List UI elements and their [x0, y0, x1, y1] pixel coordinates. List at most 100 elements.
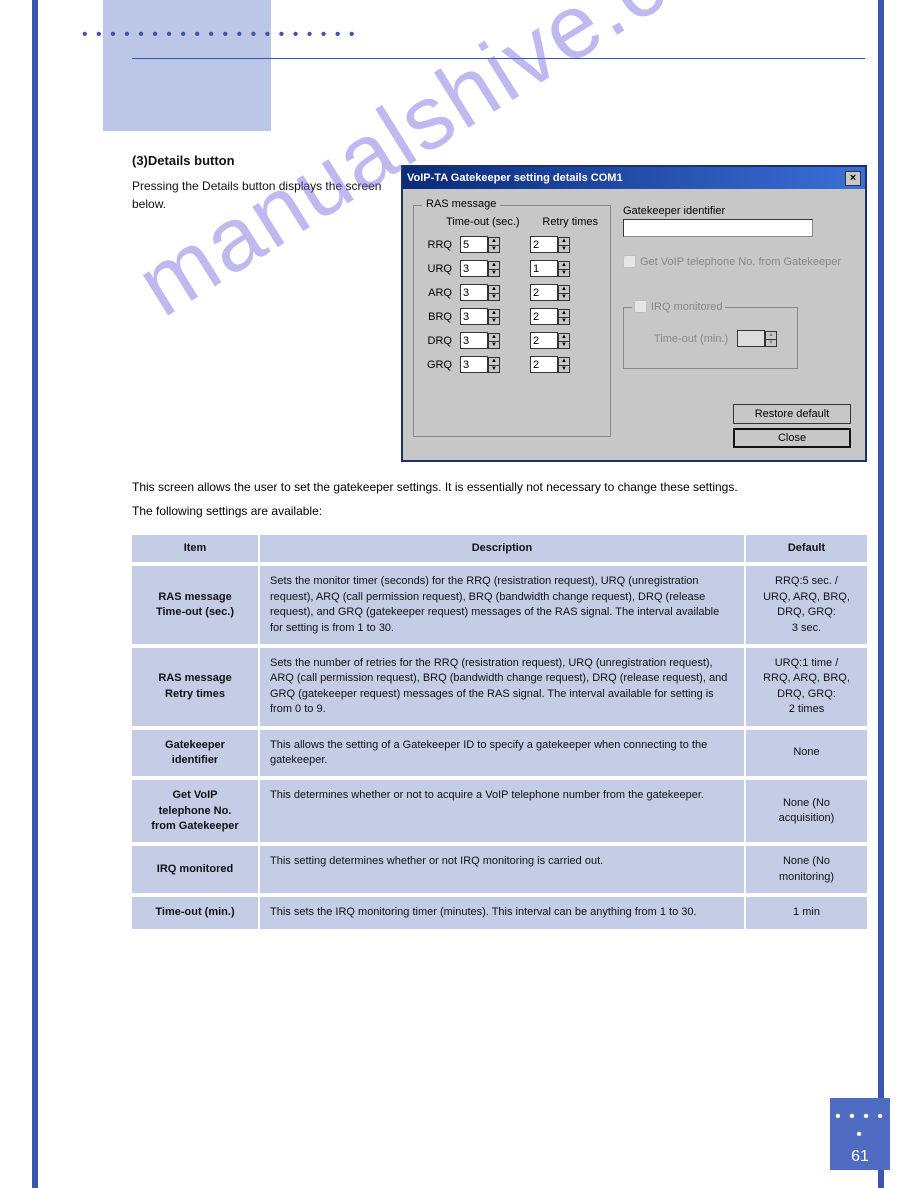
page-frame: • • • • • • • • • • • • • • • • • • • • …	[32, 0, 884, 1188]
spin-up-icon[interactable]: ▲	[488, 285, 500, 293]
irq-timeout-label: Time-out (min.)	[654, 333, 728, 345]
irq-groupbox: IRQ monitored Time-out (min.) ▲▼	[623, 307, 798, 369]
irq-legend-label: IRQ monitored	[651, 301, 723, 313]
table-row: Gatekeeper identifier This allows the se…	[132, 730, 867, 781]
spin-up-icon[interactable]: ▲	[488, 309, 500, 317]
spin-down-icon[interactable]: ▼	[765, 339, 777, 347]
spin-down-icon[interactable]: ▼	[558, 245, 570, 253]
ras-label: GRQ	[424, 359, 460, 371]
spin-down-icon[interactable]: ▼	[488, 317, 500, 325]
page-number-badge: • • • • • 61	[830, 1098, 890, 1170]
spin-up-icon[interactable]: ▲	[558, 357, 570, 365]
spin-down-icon[interactable]: ▼	[558, 269, 570, 277]
ras-legend: RAS message	[422, 198, 500, 210]
get-voip-tel-check-row[interactable]: Get VoIP telephone No. from Gatekeeper	[623, 255, 845, 268]
brq-retry-spinner[interactable]: ▲▼	[530, 308, 570, 325]
settings-table: Item Description Default RAS message Tim…	[132, 535, 867, 933]
cell-desc: Sets the monitor timer (seconds) for the…	[260, 566, 746, 648]
th-default: Default	[746, 535, 867, 566]
spin-up-icon[interactable]: ▲	[558, 285, 570, 293]
table-row: Get VoIP telephone No. from Gatekeeper T…	[132, 780, 867, 846]
brq-timeout-spinner[interactable]: ▲▼	[460, 308, 500, 325]
spin-up-icon[interactable]: ▲	[558, 237, 570, 245]
spin-up-icon[interactable]: ▲	[765, 331, 777, 339]
th-item: Item	[132, 535, 260, 566]
spin-down-icon[interactable]: ▼	[558, 341, 570, 349]
header-rule	[132, 58, 865, 59]
ras-row-arq: ARQ ▲▼ ▲▼	[424, 284, 600, 301]
gatekeeper-id-input[interactable]	[623, 219, 813, 237]
cell-default: 1 min	[746, 897, 867, 932]
header-dots: • • • • • • • • • • • • • • • • • • • •	[82, 26, 357, 44]
irq-checkbox[interactable]	[634, 300, 647, 313]
irq-legend[interactable]: IRQ monitored	[632, 300, 725, 313]
cell-item: Get VoIP telephone No. from Gatekeeper	[132, 780, 260, 846]
table-row: RAS message Time-out (sec.) Sets the mon…	[132, 566, 867, 648]
restore-default-button[interactable]: Restore default	[733, 404, 851, 424]
urq-retry-input[interactable]	[530, 260, 558, 277]
spin-down-icon[interactable]: ▼	[558, 293, 570, 301]
grq-timeout-input[interactable]	[460, 356, 488, 373]
grq-retry-spinner[interactable]: ▲▼	[530, 356, 570, 373]
arq-timeout-input[interactable]	[460, 284, 488, 301]
table-row: IRQ monitored This setting determines wh…	[132, 846, 867, 897]
cell-item: RAS message Retry times	[132, 648, 260, 730]
spin-down-icon[interactable]: ▼	[488, 245, 500, 253]
rrq-retry-spinner[interactable]: ▲▼	[530, 236, 570, 253]
spin-up-icon[interactable]: ▲	[488, 237, 500, 245]
spin-down-icon[interactable]: ▼	[488, 293, 500, 301]
dialog-titlebar: VoIP-TA Gatekeeper setting details COM1 …	[403, 167, 865, 189]
drq-timeout-spinner[interactable]: ▲▼	[460, 332, 500, 349]
spin-up-icon[interactable]: ▲	[488, 333, 500, 341]
cell-desc: This setting determines whether or not I…	[260, 846, 746, 897]
spin-up-icon[interactable]: ▲	[488, 357, 500, 365]
irq-timeout-spinner[interactable]: ▲▼	[737, 330, 777, 347]
spin-up-icon[interactable]: ▲	[488, 261, 500, 269]
spin-up-icon[interactable]: ▲	[558, 333, 570, 341]
brq-retry-input[interactable]	[530, 308, 558, 325]
cell-desc: This determines whether or not to acquir…	[260, 780, 746, 846]
drq-retry-input[interactable]	[530, 332, 558, 349]
cell-default: RRQ:5 sec. / URQ, ARQ, BRQ, DRQ, GRQ: 3 …	[746, 566, 867, 648]
arq-timeout-spinner[interactable]: ▲▼	[460, 284, 500, 301]
close-button[interactable]: Close	[733, 428, 851, 448]
irq-timeout-input[interactable]	[737, 330, 765, 347]
rrq-retry-input[interactable]	[530, 236, 558, 253]
spin-up-icon[interactable]: ▲	[558, 261, 570, 269]
spin-up-icon[interactable]: ▲	[558, 309, 570, 317]
spin-down-icon[interactable]: ▼	[558, 317, 570, 325]
spin-down-icon[interactable]: ▼	[558, 365, 570, 373]
cell-item: Time-out (min.)	[132, 897, 260, 932]
spin-down-icon[interactable]: ▼	[488, 341, 500, 349]
rrq-timeout-spinner[interactable]: ▲▼	[460, 236, 500, 253]
urq-retry-spinner[interactable]: ▲▼	[530, 260, 570, 277]
drq-timeout-input[interactable]	[460, 332, 488, 349]
ras-column-header: Time-out (sec.) Retry times	[424, 212, 600, 236]
col-timeout: Time-out (sec.)	[446, 216, 520, 228]
grq-retry-input[interactable]	[530, 356, 558, 373]
spin-down-icon[interactable]: ▼	[488, 269, 500, 277]
cell-item: IRQ monitored	[132, 846, 260, 897]
arq-retry-spinner[interactable]: ▲▼	[530, 284, 570, 301]
brq-timeout-input[interactable]	[460, 308, 488, 325]
rrq-timeout-input[interactable]	[460, 236, 488, 253]
cell-desc: Sets the number of retries for the RRQ (…	[260, 648, 746, 730]
drq-retry-spinner[interactable]: ▲▼	[530, 332, 570, 349]
urq-timeout-spinner[interactable]: ▲▼	[460, 260, 500, 277]
grq-timeout-spinner[interactable]: ▲▼	[460, 356, 500, 373]
spin-down-icon[interactable]: ▼	[488, 365, 500, 373]
cell-item: RAS message Time-out (sec.)	[132, 566, 260, 648]
table-row: RAS message Retry times Sets the number …	[132, 648, 867, 730]
ras-label: BRQ	[424, 311, 460, 323]
close-icon[interactable]: ×	[845, 171, 861, 186]
cell-default: None (No acquisition)	[746, 780, 867, 846]
arq-retry-input[interactable]	[530, 284, 558, 301]
cell-desc: This sets the IRQ monitoring timer (minu…	[260, 897, 746, 932]
ras-row-drq: DRQ ▲▼ ▲▼	[424, 332, 600, 349]
ras-label: ARQ	[424, 287, 460, 299]
urq-timeout-input[interactable]	[460, 260, 488, 277]
col-retry: Retry times	[542, 216, 598, 228]
cell-default: None (No monitoring)	[746, 846, 867, 897]
get-voip-tel-checkbox[interactable]	[623, 255, 636, 268]
ras-groupbox: RAS message Time-out (sec.) Retry times …	[413, 205, 611, 437]
